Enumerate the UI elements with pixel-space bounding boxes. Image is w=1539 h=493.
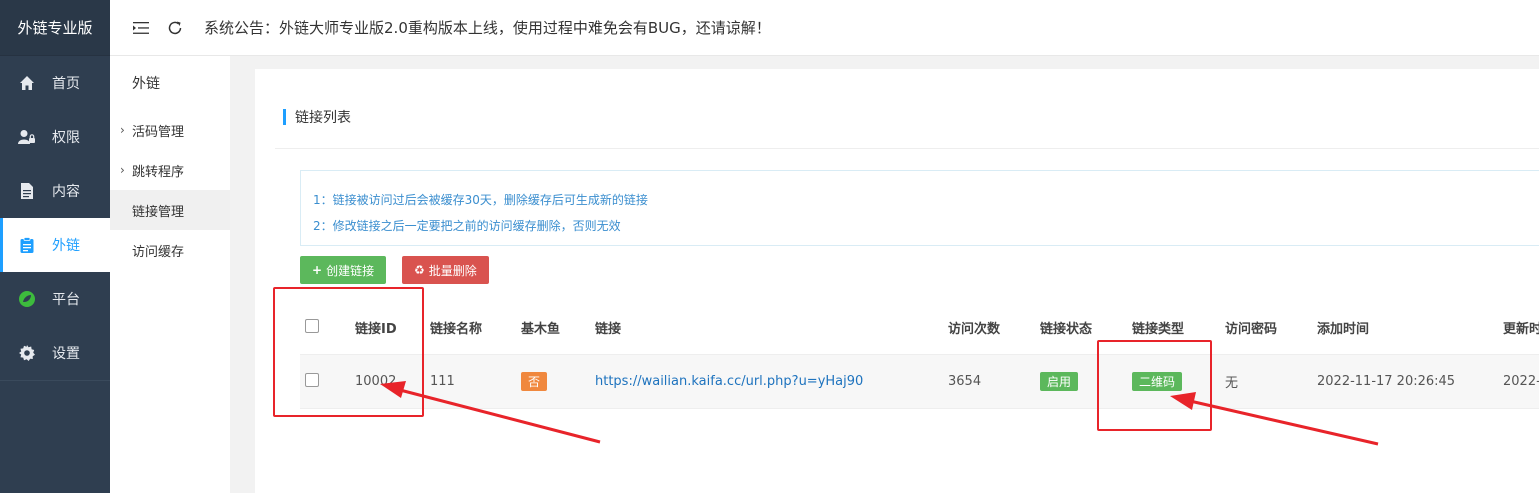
card-header: 链接列表: [283, 107, 351, 127]
tips-box: 1：链接被访问过后会被缓存30天，删除缓存后可生成新的链接 2：修改链接之后一定…: [300, 170, 1539, 246]
link-list-card: 链接列表 1：链接被访问过后会被缓存30天，删除缓存后可生成新的链接 2：修改链…: [255, 69, 1539, 493]
batch-delete-button[interactable]: ♻ 批量删除: [402, 256, 489, 284]
submenu-item-redirect[interactable]: › 跳转程序: [110, 150, 230, 190]
col-header-name[interactable]: 链接名称: [430, 318, 482, 337]
col-header-url[interactable]: 链接: [595, 318, 621, 337]
nav-item-permission[interactable]: 权限: [0, 110, 110, 164]
nav-item-content[interactable]: 内容: [0, 164, 110, 218]
refresh-icon[interactable]: [164, 17, 186, 39]
leaf-icon: [18, 290, 36, 308]
row-checkbox[interactable]: [305, 372, 319, 391]
submenu-item-label: 链接管理: [132, 204, 185, 220]
cell-type: 二维码: [1132, 372, 1183, 391]
status-badge: 启用: [1040, 372, 1079, 391]
cell-url-link[interactable]: https://wailian.kaifa.cc/url.php?u=yHaj9…: [595, 374, 863, 389]
col-header-visits[interactable]: 访问次数: [948, 318, 1000, 337]
top-header: 系统公告：外链大师专业版2.0重构版本上线，使用过程中难免会有BUG，还请谅解！: [110, 0, 1539, 56]
nav-item-platform[interactable]: 平台: [0, 272, 110, 326]
nav-item-label: 外链: [52, 238, 80, 254]
submenu-item-link-manage[interactable]: 链接管理: [110, 190, 230, 230]
cell-jimuyu: 否: [521, 372, 548, 391]
nav-item-home[interactable]: 首页: [0, 56, 110, 110]
cell-password: 无: [1225, 376, 1239, 391]
submenu-item-label: 访问缓存: [132, 244, 185, 260]
menu-toggle-icon[interactable]: [130, 17, 152, 39]
cell-name: 111: [430, 374, 455, 389]
batch-delete-label: 批量删除: [428, 263, 477, 278]
nav-item-label: 设置: [52, 346, 80, 362]
col-header-type[interactable]: 链接类型: [1132, 318, 1184, 337]
cell-visits: 3654: [948, 374, 982, 389]
system-notice: 系统公告：外链大师专业版2.0重构版本上线，使用过程中难免会有BUG，还请谅解！: [204, 19, 771, 37]
nav-item-label: 权限: [52, 130, 80, 146]
nav-item-label: 内容: [52, 184, 80, 200]
document-icon: [18, 182, 36, 200]
col-header-status[interactable]: 链接状态: [1040, 318, 1092, 337]
nav-item-settings[interactable]: 设置: [0, 326, 110, 380]
col-header-added[interactable]: 添加时间: [1317, 318, 1369, 337]
main-area: 链接列表 1：链接被访问过后会被缓存30天，删除缓存后可生成新的链接 2：修改链…: [230, 56, 1539, 493]
link-table: 链接ID 链接名称 基木鱼 链接 访问次数 链接状态 链接类型 访问密码 添加时…: [300, 301, 1539, 409]
gear-icon: [18, 344, 36, 362]
col-header-jimuyu[interactable]: 基木鱼: [521, 318, 560, 337]
card-divider: [275, 148, 1539, 149]
table-row: 10002 111 否 https://wailian.kaifa.cc/url…: [300, 355, 1539, 409]
chevron-right-icon: ›: [120, 123, 125, 137]
sidebar: 外链专业版 首页 权限 内容 外链 平台 设置: [0, 0, 110, 493]
nav-item-external-link[interactable]: 外链: [0, 218, 110, 272]
submenu-item-label: 跳转程序: [132, 164, 185, 180]
submenu-panel: 外链 › 活码管理 › 跳转程序 链接管理 访问缓存: [110, 56, 230, 493]
col-header-password[interactable]: 访问密码: [1225, 318, 1277, 337]
header-accent-bar: [283, 109, 286, 125]
user-lock-icon: [18, 128, 36, 146]
sidebar-divider: [0, 380, 110, 381]
col-header-updated[interactable]: 更新时: [1503, 318, 1539, 337]
submenu-title: 外链: [132, 76, 160, 92]
table-header-row: 链接ID 链接名称 基木鱼 链接 访问次数 链接状态 链接类型 访问密码 添加时…: [300, 301, 1539, 355]
chevron-right-icon: ›: [120, 163, 125, 177]
card-title: 链接列表: [295, 110, 351, 126]
brand-title: 外链专业版: [0, 0, 110, 56]
jimuyu-badge: 否: [521, 372, 548, 391]
cell-added-time: 2022-11-17 20:26:45: [1317, 374, 1456, 389]
select-all-checkbox[interactable]: [305, 318, 319, 337]
clipboard-icon: [18, 236, 36, 254]
tip-line: 2：修改链接之后一定要把之前的访问缓存删除，否则无效: [313, 219, 621, 233]
recycle-icon: ♻: [414, 263, 425, 277]
submenu-item-visit-cache[interactable]: 访问缓存: [110, 230, 230, 270]
nav-item-label: 首页: [52, 76, 80, 92]
create-link-button[interactable]: + 创建链接: [300, 256, 387, 284]
home-icon: [18, 74, 36, 92]
tip-line: 1：链接被访问过后会被缓存30天，删除缓存后可生成新的链接: [313, 193, 648, 207]
cell-status: 启用: [1040, 372, 1079, 391]
type-badge: 二维码: [1132, 372, 1183, 391]
nav-item-label: 平台: [52, 292, 80, 308]
col-header-id[interactable]: 链接ID: [355, 318, 397, 337]
cell-updated-time: 2022-1: [1503, 374, 1539, 389]
plus-icon: +: [312, 263, 323, 277]
cell-id: 10002: [355, 374, 397, 389]
submenu-item-live-code[interactable]: › 活码管理: [110, 110, 230, 150]
submenu-item-label: 活码管理: [132, 124, 185, 140]
create-link-label: 创建链接: [326, 263, 375, 278]
